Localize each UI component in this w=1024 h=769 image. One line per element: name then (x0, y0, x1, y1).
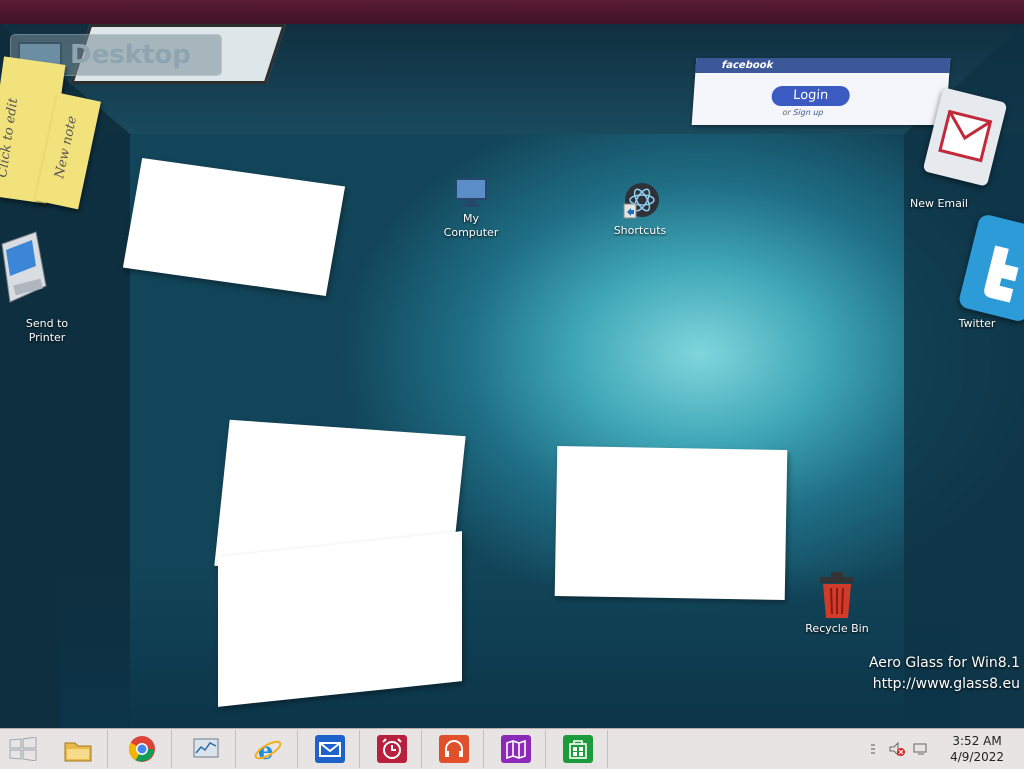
or-text: or (782, 108, 792, 117)
my-computer-label-1: My (462, 212, 479, 225)
atom-icon (623, 183, 659, 219)
taskbar: e 3:52 AM 4/9/2022 (0, 728, 1024, 769)
shortcuts-label: Shortcuts (613, 224, 667, 237)
recycle-bin-shortcut[interactable]: Recycle Bin (804, 570, 870, 636)
signup-link[interactable]: Sign up (793, 108, 824, 117)
watermark-line-2: http://www.glass8.eu (872, 676, 1020, 692)
taskbar-mail[interactable] (300, 730, 360, 768)
ie-icon: e (254, 736, 282, 763)
facebook-brand: facebook (721, 60, 774, 71)
folder-icon (64, 742, 92, 762)
twitter-label[interactable]: Twitter (948, 317, 1006, 331)
alarm-icon (377, 735, 407, 763)
my-computer-shortcut[interactable]: My Computer (440, 176, 502, 240)
monitor-icon (455, 178, 487, 207)
network-icon[interactable] (912, 741, 930, 757)
taskbar-maps[interactable] (486, 730, 546, 768)
taskbar-store[interactable] (548, 730, 608, 768)
taskbar-alarms[interactable] (362, 730, 422, 768)
new-email-label[interactable]: New Email (902, 197, 976, 211)
taskbar-resource-monitor[interactable] (176, 730, 236, 768)
my-computer-label-2: Computer (443, 226, 499, 239)
top-title-bar (0, 0, 1024, 24)
facebook-header: facebook (695, 58, 951, 73)
windows-logo-icon (9, 736, 37, 762)
photo-paper[interactable] (218, 531, 462, 707)
sticky-note-text: Click to edit (0, 97, 22, 179)
shortcuts-shortcut[interactable]: Shortcuts (610, 182, 670, 238)
watermark-line-1: Aero Glass for Win8.1 (868, 655, 1020, 671)
taskbar-chrome[interactable] (112, 730, 172, 768)
desktop-label-text: Desktop (70, 40, 191, 70)
desktop-3d-room: Desktop Click to edit New note facebook … (0, 24, 1024, 728)
taskbar-music[interactable] (424, 730, 484, 768)
facebook-login-button[interactable]: Login (770, 86, 851, 106)
send-to-printer-label[interactable]: Send to Printer (16, 317, 78, 345)
headphones-icon (439, 735, 469, 763)
volume-muted-icon[interactable] (888, 741, 906, 757)
facebook-widget: facebook Login or Sign up (691, 58, 951, 125)
printer-label-1: Send to (25, 317, 69, 330)
overflow-icon[interactable] (868, 741, 878, 757)
sticky-note-text: New note (52, 114, 81, 180)
monitor-chart-icon (193, 738, 219, 758)
trash-icon (820, 572, 854, 618)
printer-icon[interactable] (0, 226, 52, 314)
photo-paper[interactable] (554, 445, 788, 601)
map-icon (501, 735, 531, 763)
photo-paper[interactable] (122, 157, 346, 297)
start-button[interactable] (8, 736, 38, 765)
taskbar-internet-explorer[interactable]: e (238, 730, 298, 768)
aero-glass-watermark: Aero Glass for Win8.1 http://www.glass8.… (869, 653, 1020, 695)
recycle-bin-label: Recycle Bin (805, 622, 869, 635)
taskbar-clock[interactable]: 3:52 AM 4/9/2022 (950, 733, 1004, 765)
facebook-signup: or Sign up (782, 108, 824, 117)
clock-date: 4/9/2022 (950, 750, 1004, 764)
chrome-icon (128, 736, 155, 762)
clock-time: 3:52 AM (952, 734, 1002, 748)
mail-icon (315, 735, 345, 763)
printer-label-2: Printer (28, 331, 66, 344)
taskbar-file-explorer[interactable] (48, 730, 108, 768)
store-icon (563, 735, 593, 763)
